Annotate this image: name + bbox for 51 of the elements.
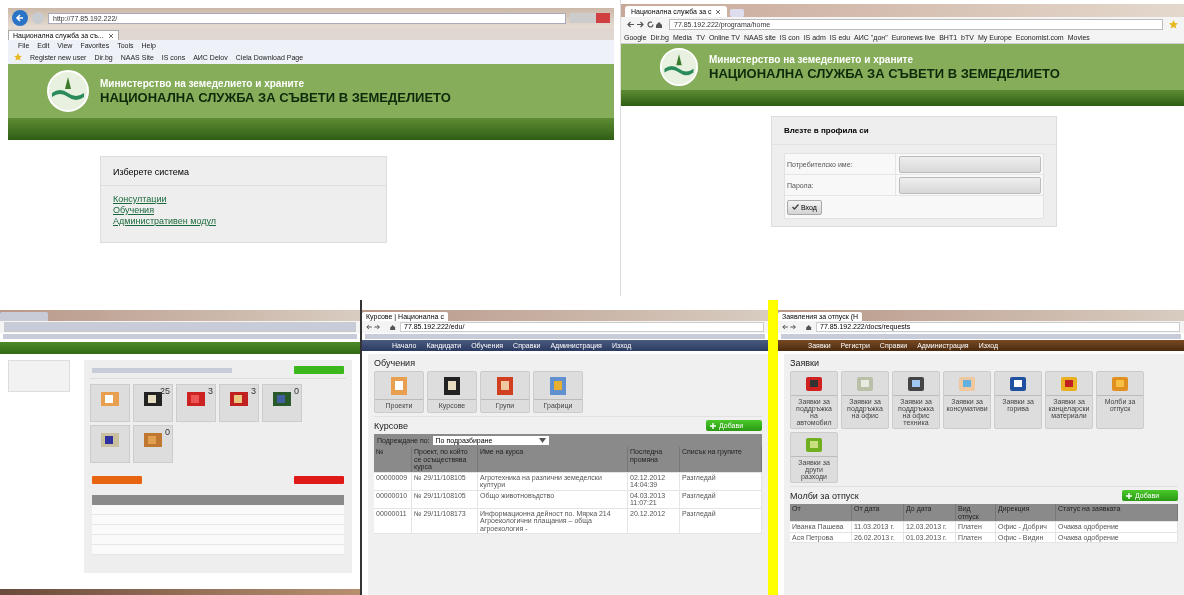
plus-icon — [710, 422, 716, 429]
close-icon[interactable] — [715, 8, 722, 15]
dashboard-tile[interactable]: 3 — [176, 384, 216, 422]
new-tab-button[interactable] — [730, 9, 745, 17]
page-heading: Обучения — [374, 358, 417, 368]
delete-button[interactable] — [294, 476, 344, 484]
count-label: 0 — [165, 427, 170, 437]
ministry-name: Министерство на земеделието и храните — [100, 77, 306, 89]
plus-icon — [1126, 492, 1132, 499]
browser-tab[interactable] — [0, 312, 48, 321]
ministry-name: Министерство на земеделието и храните — [709, 53, 915, 65]
input-field[interactable] — [899, 155, 1041, 173]
action-button[interactable] — [294, 366, 344, 374]
section-heading: Молби за отпуск — [790, 490, 859, 501]
check-icon — [792, 204, 799, 210]
dashboard-tile[interactable]: 25 — [133, 384, 173, 422]
dashboard-tile[interactable]: 0 — [133, 425, 173, 463]
card-title: Изберете система — [101, 157, 386, 186]
navigation-icon[interactable] — [782, 323, 812, 331]
back-arrow-icon — [15, 13, 25, 23]
address-field[interactable] — [4, 322, 356, 332]
section-heading: Курсове — [374, 420, 408, 431]
count-label: 3 — [251, 386, 256, 396]
star-icon[interactable] — [1169, 20, 1178, 29]
close-icon[interactable] — [107, 32, 114, 39]
system-link[interactable]: Административен модул — [113, 216, 216, 226]
card-title: Влезте в профила си — [772, 117, 1056, 145]
system-link[interactable]: Консултации — [113, 194, 167, 204]
page-heading: Заявки — [790, 358, 821, 368]
caret-icon — [538, 438, 546, 443]
service-title: НАЦИОНАЛНА СЛУЖБА ЗА СЪВЕТИ В ЗЕМЕДЕЛИЕТО — [709, 65, 1060, 81]
back-button[interactable] — [12, 10, 28, 26]
input-field[interactable] — [899, 176, 1041, 194]
edit-button[interactable] — [92, 476, 142, 484]
navigation-icon[interactable] — [627, 20, 663, 29]
count-label: 25 — [160, 386, 170, 396]
system-link[interactable]: Обучения — [113, 205, 155, 215]
service-title: НАЦИОНАЛНА СЛУЖБА ЗА СЪВЕТИ В ЗЕМЕДЕЛИЕТО — [100, 89, 451, 105]
window-controls-icon — [570, 13, 610, 23]
star-icon[interactable] — [14, 53, 22, 61]
dashboard-tile[interactable]: 3 — [219, 384, 259, 422]
forward-button[interactable] — [32, 12, 44, 24]
dashboard-tile[interactable]: 0 — [262, 384, 302, 422]
count-label: 0 — [294, 386, 299, 396]
emblem-icon — [659, 47, 699, 87]
dashboard-tile[interactable] — [90, 425, 130, 463]
emblem-icon — [46, 69, 90, 113]
sidebar-panel — [8, 360, 70, 392]
navigation-icon[interactable] — [366, 323, 396, 331]
count-label: 3 — [208, 386, 213, 396]
dashboard-tile[interactable] — [90, 384, 130, 422]
